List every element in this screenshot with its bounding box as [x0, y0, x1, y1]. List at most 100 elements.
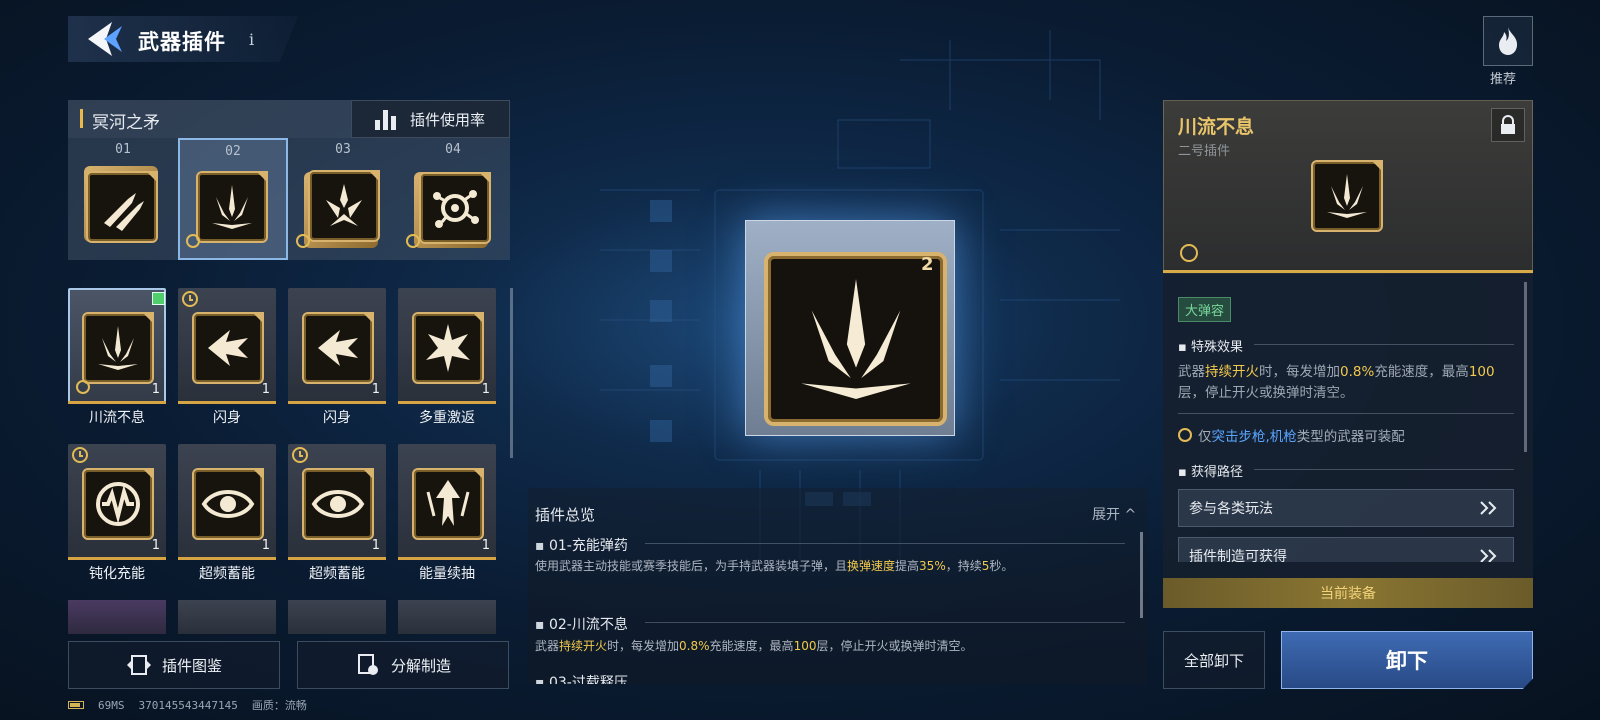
eye-icon [201, 490, 255, 518]
back-button[interactable] [82, 20, 126, 58]
divider [645, 543, 1125, 544]
rocket-bullets-icon [104, 193, 144, 231]
user-id: 370145543447145 [138, 698, 238, 712]
lock-icon [1501, 115, 1515, 134]
plugin-card[interactable]: 1 多重激返 [398, 288, 496, 438]
overview-item-head: 02-川流不息 [535, 614, 628, 634]
dash-arrow-icon [208, 330, 248, 366]
card-rarity-bar [68, 557, 166, 560]
bar-chart-icon [375, 110, 396, 130]
plugin-name: 川流不息 [89, 410, 145, 426]
plugin-count: 1 [151, 538, 160, 553]
plugin-card[interactable]: 1 闪身 [288, 288, 386, 438]
ping-value: 69MS [98, 698, 125, 712]
grid-scrollbar[interactable] [510, 288, 513, 458]
divider [1254, 469, 1514, 470]
plugin-count: 1 [481, 538, 490, 553]
detail-plugin-name: 川流不息 [1178, 116, 1255, 138]
codex-button[interactable]: 插件图鉴 [68, 641, 280, 689]
plugin-count: 1 [481, 382, 490, 397]
overview-scrollbar[interactable] [1140, 532, 1143, 618]
plugin-name: 能量续抽 [419, 566, 475, 582]
slot-plugin-chip [308, 170, 380, 242]
back-arrow-icon [88, 22, 122, 56]
double-chevron-right-icon [1480, 549, 1497, 562]
molecule-icon [433, 190, 479, 228]
plugin-card[interactable]: 1 川流不息 [68, 288, 166, 438]
plugin-chip [82, 468, 154, 540]
plugin-card[interactable]: 1 能量续抽 [398, 444, 496, 594]
plugin-count: 1 [261, 382, 270, 397]
slot-plugin-chip [86, 171, 158, 243]
route-heading: 获得路径 [1178, 461, 1243, 480]
overview-clip: 03-过载释压 [528, 674, 1148, 684]
info-icon[interactable]: i [249, 30, 254, 49]
dash-arrow-icon [318, 330, 358, 366]
craft-button[interactable]: 分解制造 [297, 641, 509, 689]
plugin-card-peek[interactable] [288, 600, 386, 634]
recommend-button[interactable] [1483, 16, 1533, 66]
clock-icon [292, 447, 308, 463]
preview-slot-number: 2 [921, 254, 934, 275]
overview-item-text: 武器持续开火时，每发增加0.8%充能速度，最高100层，停止开火或换弹时清空。 [535, 639, 973, 653]
triple-arrow-icon [801, 279, 911, 399]
weapon-name: 冥河之矛 [92, 113, 160, 133]
gear-icon [76, 380, 90, 394]
card-rarity-bar [178, 557, 276, 560]
plugin-name: 超频蓄能 [309, 566, 365, 582]
plugin-card[interactable]: 1 超频蓄能 [288, 444, 386, 594]
plugin-name: 钝化充能 [89, 566, 145, 582]
card-rarity-bar [288, 557, 386, 560]
divider [645, 622, 1125, 623]
overview-expand-button[interactable]: 展开 ^ [1092, 504, 1136, 524]
detail-scrollbar[interactable] [1524, 282, 1527, 452]
unequip-button[interactable]: 卸下 [1281, 631, 1533, 689]
plugin-chip [82, 312, 154, 384]
slot-number: 04 [445, 142, 461, 157]
plugin-chip [302, 468, 374, 540]
triple-arrow-icon [1327, 174, 1367, 218]
card-rarity-bar [288, 401, 386, 404]
route-item[interactable]: 插件制造可获得 [1178, 537, 1514, 562]
plugin-chip [192, 468, 264, 540]
gear-icon [1178, 428, 1192, 442]
overview-item-head: 01-充能弹药 [535, 535, 628, 555]
triple-arrow-icon [212, 185, 252, 229]
burst-arrows-icon [326, 184, 362, 226]
plugin-card-peek[interactable] [398, 600, 496, 634]
plugin-tag: 大弹容 [1178, 297, 1232, 322]
plugin-name: 多重激返 [419, 410, 475, 426]
plugin-chip [412, 468, 484, 540]
weapon-restriction: 仅突击步枪,机枪类型的武器可装配 [1178, 425, 1405, 445]
gear-icon [296, 234, 310, 248]
lock-button[interactable] [1491, 108, 1525, 142]
plugin-card-peek[interactable] [68, 600, 166, 634]
plugin-card[interactable]: 1 闪身 [178, 288, 276, 438]
usage-rate-button[interactable]: 插件使用率 [351, 100, 510, 138]
plugin-name: 超频蓄能 [199, 566, 255, 582]
weapon-accent-bar [80, 109, 83, 128]
plugin-name: 闪身 [323, 410, 351, 426]
ricochet-icon [426, 324, 470, 372]
energy-draw-icon [426, 480, 470, 526]
clock-icon [72, 447, 88, 463]
overview-title: 插件总览 [535, 506, 596, 524]
usage-rate-label: 插件使用率 [410, 110, 486, 129]
unequip-all-button[interactable]: 全部卸下 [1163, 631, 1265, 689]
card-rarity-bar [178, 401, 276, 404]
plugin-card[interactable]: 1 超频蓄能 [178, 444, 276, 594]
gear-icon [406, 234, 420, 248]
detail-plugin-chip [1311, 160, 1383, 232]
card-rarity-bar [398, 557, 496, 560]
plugin-card-peek[interactable] [178, 600, 276, 634]
preview-plugin-chip [764, 252, 947, 426]
slot-plugin-chip [196, 171, 268, 243]
craft-icon [357, 654, 378, 675]
plugin-card[interactable]: 1 钝化充能 [68, 444, 166, 594]
slot-number: 01 [115, 142, 131, 157]
plugin-count: 1 [151, 382, 160, 397]
divider [1254, 344, 1514, 345]
slot-plugin-chip [419, 172, 491, 244]
plugin-chip [192, 312, 264, 384]
battery-icon [68, 701, 84, 709]
